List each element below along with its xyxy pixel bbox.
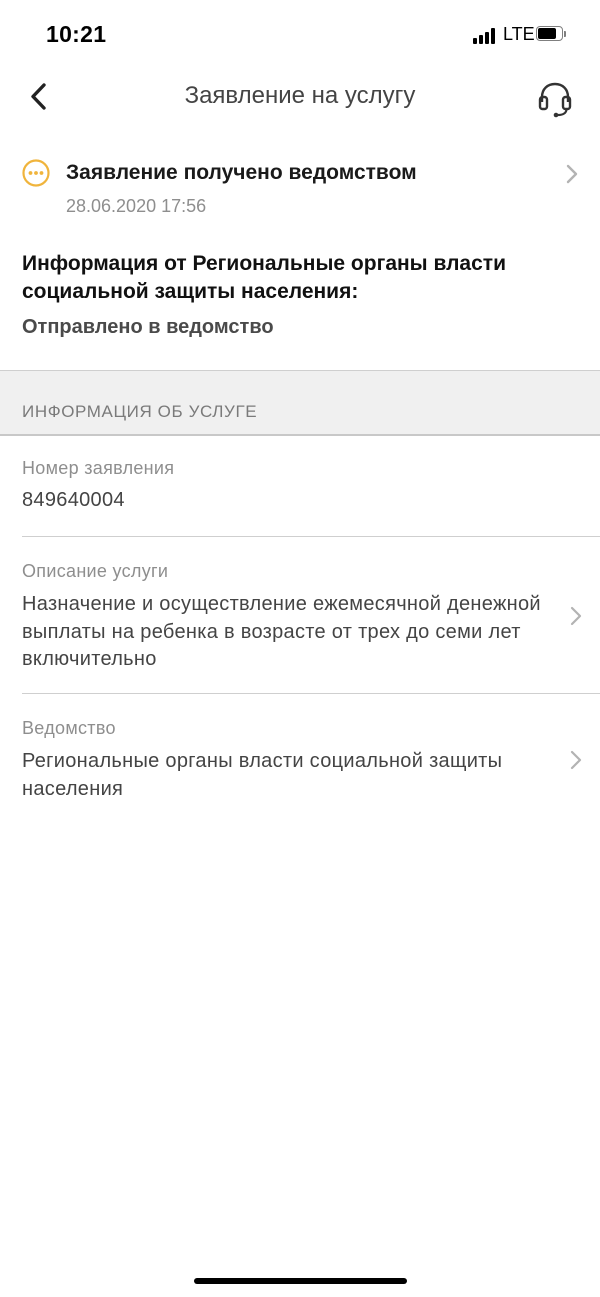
field-label: Номер заявления <box>22 458 175 478</box>
field-value: 849640004 <box>22 489 125 511</box>
support-button[interactable] <box>534 78 576 120</box>
divider <box>22 693 600 694</box>
field-label: Ведомство <box>22 718 116 738</box>
chevron-right-icon <box>570 606 582 626</box>
battery-icon <box>536 26 567 43</box>
home-indicator[interactable] <box>194 1278 407 1284</box>
headset-icon <box>538 82 572 118</box>
chevron-right-icon <box>566 164 578 184</box>
chevron-right-icon <box>570 750 582 770</box>
nav-bar: Заявление на услугу <box>0 70 600 124</box>
signal-icon <box>473 27 497 44</box>
status-title: Заявление получено ведомством <box>66 161 417 184</box>
status-time: 10:21 <box>46 21 107 47</box>
field-value: Назначение и осуществление ежемесячной д… <box>22 593 541 670</box>
status-date: 28.06.2020 17:56 <box>66 196 207 216</box>
ellipsis-circle-icon <box>22 159 50 187</box>
divider <box>22 536 600 537</box>
section-title: ИНФОРМАЦИЯ ОБ УСЛУГЕ <box>22 402 258 421</box>
department-info-heading: Информация от Региональные органы власти… <box>22 252 506 303</box>
field-label: Описание услуги <box>22 561 169 581</box>
network-type: LTE <box>503 24 535 44</box>
field-value: Региональные органы власти социальной за… <box>22 750 503 800</box>
department-status-text: Отправлено в ведомство <box>22 316 274 338</box>
page-title: Заявление на услугу <box>184 82 416 109</box>
status-bar: 10:21 LTE <box>0 0 600 70</box>
section-header: ИНФОРМАЦИЯ ОБ УСЛУГЕ <box>0 370 600 436</box>
application-status-row[interactable]: Заявление получено ведомством 28.06.2020… <box>0 150 600 230</box>
